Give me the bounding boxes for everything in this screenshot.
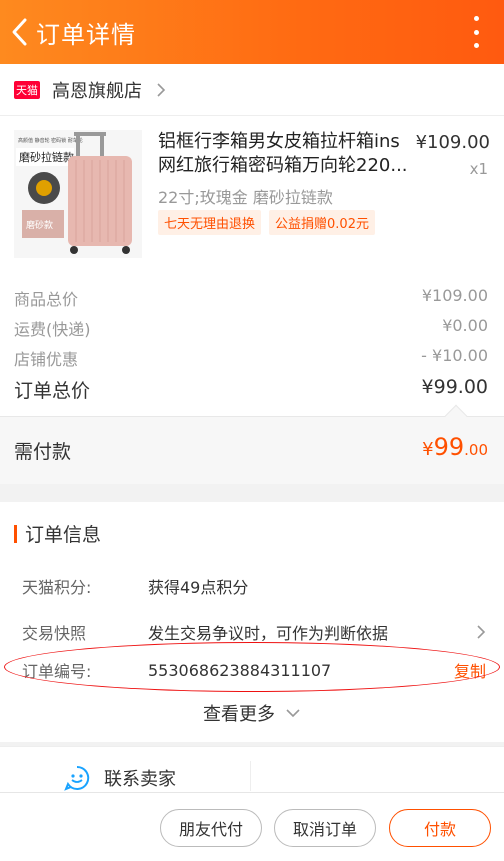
bottom-action-bar: 朋友代付 取消订单 付款 — [0, 792, 504, 861]
tag-return-policy: 七天无理由退换 — [158, 210, 262, 235]
points-label: 天猫积分: — [22, 578, 92, 597]
friend-pay-button[interactable]: 朋友代付 — [160, 809, 262, 847]
payment-due-amount: ¥99.00 — [422, 433, 488, 461]
contact-seller-button[interactable]: 联系卖家 — [64, 765, 176, 791]
service-tags: 七天无理由退换 公益捐赠0.02元 — [158, 210, 375, 235]
copy-button[interactable]: 复制 — [454, 658, 486, 682]
order-number-value: 553068623884311107 — [148, 660, 332, 680]
chevron-right-icon — [157, 82, 166, 97]
payment-due-label: 需付款 — [14, 441, 72, 463]
summary-value: ¥0.00 — [442, 316, 488, 335]
tag-charity: 公益捐赠0.02元 — [269, 210, 375, 235]
order-info-section: 订单信息 天猫积分: 获得49点积分 交易快照 发生交易争议时，可作为判断依据 … — [0, 502, 504, 742]
view-more-button[interactable]: 查看更多 — [0, 700, 504, 726]
summary-value: ¥109.00 — [421, 286, 488, 305]
order-total-label: 订单总价 — [14, 380, 91, 402]
payment-due: 需付款 ¥99.00 — [0, 404, 504, 484]
summary-order-total: 订单总价 ¥99.00 — [14, 376, 488, 403]
shop-name: 高恩旗舰店 — [52, 80, 142, 102]
pay-button[interactable]: 付款 — [389, 809, 491, 847]
tmall-badge-icon: 天猫 — [14, 80, 40, 99]
product-title-line2: 网红旅行箱密码箱万向轮220... — [158, 155, 408, 176]
product-title[interactable]: 铝框行李箱男女皮箱拉杆箱ins 网红旅行箱密码箱万向轮220... — [158, 130, 408, 178]
order-total-value: ¥99.00 — [421, 376, 488, 398]
summary-shipping: 运费(快递) ¥0.00 — [14, 316, 488, 340]
order-info-title: 订单信息 — [25, 524, 102, 546]
order-card: 天猫 高恩旗舰店 高颜值 静音轮 密码锁 耐车轮 磨砂拉链款 磨砂款 铝框行李箱… — [0, 64, 504, 484]
amount-decimal: .00 — [464, 441, 488, 459]
more-menu-icon[interactable] — [472, 16, 480, 48]
product-image[interactable]: 高颜值 静音轮 密码锁 耐车轮 磨砂拉链款 磨砂款 — [14, 130, 142, 258]
chat-smile-icon — [64, 765, 90, 791]
summary-discount: 店铺优惠 - ¥10.00 — [14, 346, 488, 370]
product-image-left-label: 磨砂款 — [26, 219, 53, 231]
page-title: 订单详情 — [36, 20, 136, 49]
chevron-right-icon — [477, 625, 486, 639]
summary-value: - ¥10.00 — [421, 346, 488, 365]
snapshot-value: 发生交易争议时，可作为判断依据 — [148, 624, 389, 643]
summary-label: 运费(快递) — [14, 320, 91, 339]
cancel-order-button[interactable]: 取消订单 — [274, 809, 376, 847]
contact-seller-label: 联系卖家 — [104, 769, 176, 790]
product-quantity: x1 — [469, 160, 488, 178]
contact-area: 联系卖家 — [0, 746, 504, 792]
currency-symbol: ¥ — [422, 439, 434, 460]
back-button[interactable] — [4, 0, 34, 64]
shop-row[interactable]: 天猫 高恩旗舰店 — [0, 64, 504, 116]
snapshot-row[interactable]: 交易快照 发生交易争议时，可作为判断依据 — [22, 620, 486, 644]
order-number-row: 订单编号: 553068623884311107 复制 — [22, 658, 486, 682]
product-spec: 22寸;玫瑰金 磨砂拉链款 — [158, 188, 333, 207]
divider — [250, 761, 251, 791]
amount-integer: 99 — [433, 433, 465, 461]
product-image-top-text: 高颜值 静音轮 密码锁 耐车轮 — [18, 137, 83, 144]
header-bar: 订单详情 — [0, 0, 504, 64]
chevron-down-icon — [286, 709, 300, 718]
product-title-line1: 铝框行李箱男女皮箱拉杆箱ins — [158, 131, 400, 152]
section-accent-bar — [14, 524, 17, 543]
summary-label: 店铺优惠 — [14, 350, 79, 369]
points-value: 获得49点积分 — [148, 578, 249, 597]
order-number-label: 订单编号: — [22, 662, 92, 681]
notch-decoration — [444, 404, 468, 428]
summary-goods-total: 商品总价 ¥109.00 — [14, 286, 488, 310]
order-info-header: 订单信息 — [14, 520, 101, 547]
suitcase-image-icon: 高颜值 静音轮 密码锁 耐车轮 磨砂拉链款 磨砂款 — [14, 130, 142, 258]
product-image-badge: 磨砂拉链款 — [19, 150, 74, 164]
view-more-label: 查看更多 — [203, 704, 275, 725]
snapshot-label: 交易快照 — [22, 624, 87, 643]
chevron-left-icon — [12, 18, 27, 46]
summary-label: 商品总价 — [14, 290, 79, 309]
product-price: ¥109.00 — [415, 132, 490, 153]
points-row: 天猫积分: 获得49点积分 — [22, 574, 486, 598]
